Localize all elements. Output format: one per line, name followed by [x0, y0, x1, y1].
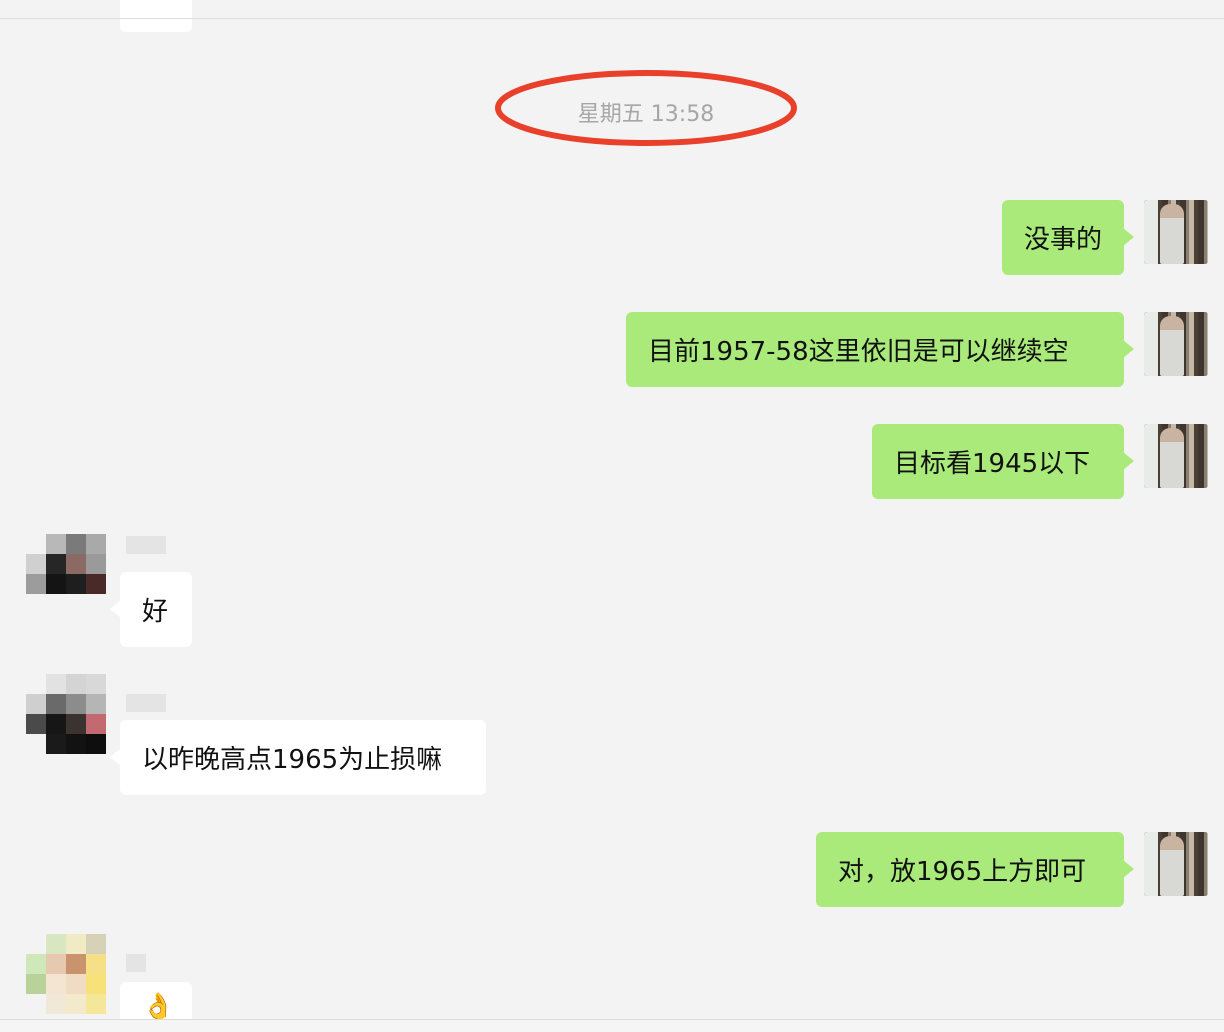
message-bubble-received[interactable]: 以昨晚高点1965为止损嘛: [110, 720, 486, 795]
message-text: 目标看1945以下: [894, 449, 1091, 479]
contact-name-blurred: [126, 954, 146, 972]
contact-avatar[interactable]: [26, 934, 106, 1020]
contact-avatar[interactable]: [26, 674, 106, 754]
message-text: 没事的: [1024, 225, 1103, 255]
bubble-tail: [1123, 452, 1134, 470]
bubble-tail: [110, 748, 121, 766]
bubble-tail: [1123, 860, 1134, 878]
input-area-edge: [0, 1020, 1224, 1032]
timestamp-group: 星期五 13:58: [495, 70, 797, 146]
my-avatar[interactable]: [1144, 424, 1208, 488]
top-divider: [0, 18, 1224, 19]
message-text: 目前1957-58这里依旧是可以继续空: [648, 337, 1069, 367]
my-avatar[interactable]: [1144, 200, 1208, 264]
message-bubble-received[interactable]: 好: [110, 572, 192, 647]
message-bubble-sent[interactable]: 对，放1965上方即可: [816, 832, 1134, 907]
bubble-tail: [110, 600, 121, 618]
message-text: 以昨晚高点1965为止损嘛: [142, 745, 443, 775]
my-avatar[interactable]: [1144, 832, 1208, 896]
contact-name-blurred: [126, 536, 166, 554]
message-bubble-received[interactable]: 👌: [120, 982, 192, 1019]
my-avatar[interactable]: [1144, 312, 1208, 376]
message-text: 对，放1965上方即可: [838, 857, 1087, 887]
bubble-tail: [1123, 340, 1134, 358]
message-timestamp: 星期五 13:58: [577, 102, 715, 127]
message-text: 好: [142, 597, 169, 627]
message-text: 👌: [142, 992, 175, 1019]
message-bubble-sent[interactable]: 目前1957-58这里依旧是可以继续空: [626, 312, 1134, 387]
message-bubble-sent[interactable]: 目标看1945以下: [872, 424, 1134, 499]
previous-message-bubble: [120, 0, 192, 32]
bubble-tail: [1123, 228, 1134, 246]
contact-name-blurred: [126, 694, 166, 712]
contact-avatar[interactable]: [26, 534, 106, 614]
message-bubble-sent[interactable]: 没事的: [1002, 200, 1134, 275]
